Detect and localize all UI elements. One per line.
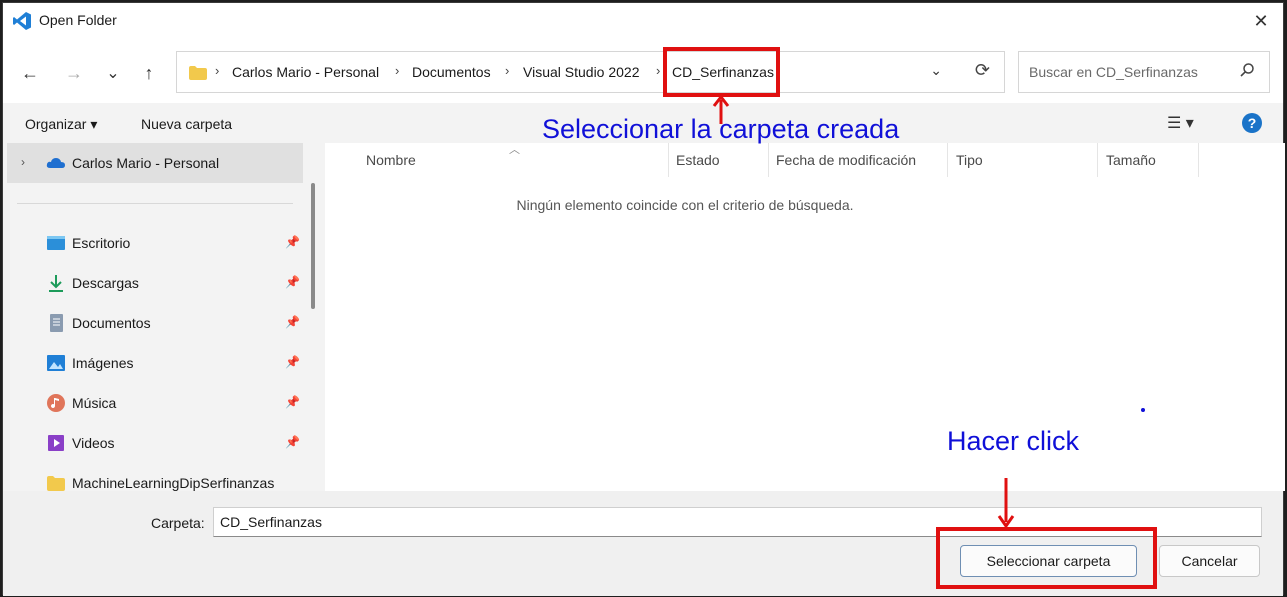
address-bar[interactable]: › Carlos Mario - Personal › Documentos ›… — [176, 51, 1005, 93]
navigation-bar: ← → ⌄ ↑ › Carlos Mario - Personal › Docu… — [3, 39, 1283, 103]
sidebar-item-imagenes[interactable]: Imágenes 📌 — [3, 343, 303, 383]
vscode-icon — [13, 12, 31, 30]
breadcrumb-separator: › — [215, 63, 220, 78]
pin-icon: 📌 — [285, 275, 300, 289]
folder-icon — [47, 476, 65, 491]
sidebar-item-label: Imágenes — [72, 355, 134, 371]
breadcrumb-separator: › — [505, 63, 510, 78]
sidebar-item-videos[interactable]: Videos 📌 — [3, 423, 303, 463]
column-divider[interactable] — [668, 143, 669, 177]
recent-locations-button[interactable]: ⌄ — [99, 59, 127, 87]
column-header-tipo[interactable]: Tipo — [956, 152, 983, 168]
music-icon — [47, 394, 65, 412]
sidebar-item-descargas[interactable]: Descargas 📌 — [3, 263, 303, 303]
up-button[interactable]: ↑ — [135, 59, 163, 87]
annotation-text-select-folder: Seleccionar la carpeta creada — [542, 114, 900, 144]
column-divider[interactable] — [1198, 143, 1199, 177]
annotation-box-folder — [663, 47, 780, 97]
help-icon[interactable]: ? — [1242, 113, 1262, 133]
column-divider[interactable] — [947, 143, 948, 177]
annotation-arrow-down — [997, 478, 1015, 529]
search-placeholder: Buscar en CD_Serfinanzas — [1029, 64, 1198, 80]
sidebar-item-label: Descargas — [72, 275, 139, 291]
folder-label: Carpeta: — [151, 515, 205, 531]
pin-icon: 📌 — [285, 235, 300, 249]
back-button[interactable]: ← — [16, 59, 44, 87]
annotation-text-click: Hacer click — [947, 426, 1080, 456]
annotation-dot — [1141, 408, 1145, 412]
column-divider[interactable] — [768, 143, 769, 177]
sidebar-item-label: Carlos Mario - Personal — [72, 155, 220, 171]
title-bar: Open Folder ✕ — [3, 3, 1283, 39]
sidebar-item-documentos[interactable]: Documentos 📌 — [3, 303, 303, 343]
open-folder-dialog: Open Folder ✕ ← → ⌄ ↑ › Carlos Mario - P… — [2, 2, 1285, 596]
view-options-icon[interactable]: ☰ ▾ — [1167, 113, 1194, 133]
sidebar-item-machinelearningdipserfinanzas[interactable]: MachineLearningDipSerfinanzas — [3, 463, 303, 491]
sort-ascending-icon: ︿ — [509, 144, 520, 156]
pin-icon: 📌 — [285, 355, 300, 369]
empty-message: Ningún elemento coincide con el criterio… — [516, 197, 854, 213]
window-title: Open Folder — [39, 12, 117, 28]
search-icon — [1240, 63, 1254, 77]
sidebar-item-label: MachineLearningDipSerfinanzas — [72, 475, 275, 491]
breadcrumb-carlos-mario-personal[interactable]: Carlos Mario - Personal — [232, 64, 379, 80]
document-icon — [50, 314, 63, 332]
column-header-fecha[interactable]: Fecha de modificación — [776, 152, 916, 168]
refresh-icon[interactable]: ⟳ — [975, 60, 990, 81]
sidebar-scrollbar[interactable] — [311, 183, 315, 309]
navigation-pane: › Carlos Mario - Personal Escritorio 📌 D… — [3, 143, 323, 491]
search-box[interactable]: Buscar en CD_Serfinanzas — [1018, 51, 1270, 93]
forward-button[interactable]: → — [60, 59, 88, 87]
annotation-box-select-button — [936, 527, 1157, 589]
folder-icon — [189, 66, 207, 80]
cancel-button[interactable]: Cancelar — [1159, 545, 1260, 577]
organize-button[interactable]: Organizar ▾ — [25, 116, 97, 133]
pin-icon: 📌 — [285, 435, 300, 449]
pin-icon: 📌 — [285, 315, 300, 329]
sidebar-item-label: Música — [72, 395, 117, 411]
folder-name-value: CD_Serfinanzas — [220, 514, 322, 530]
desktop-icon — [47, 236, 65, 250]
breadcrumb-visual-studio-2022[interactable]: Visual Studio 2022 — [523, 64, 640, 80]
breadcrumb-documentos[interactable]: Documentos — [412, 64, 491, 80]
breadcrumb-separator: › — [395, 63, 400, 78]
pin-icon: 📌 — [285, 395, 300, 409]
sidebar-item-carlos-mario-personal[interactable]: › Carlos Mario - Personal — [3, 143, 303, 183]
download-icon — [49, 275, 63, 292]
column-divider[interactable] — [1097, 143, 1098, 177]
onedrive-cloud-icon — [46, 158, 65, 168]
column-header-tamano[interactable]: Tamaño — [1106, 152, 1156, 168]
pictures-icon — [47, 355, 65, 371]
video-icon — [48, 435, 64, 451]
chevron-right-icon[interactable]: › — [21, 155, 25, 169]
sidebar-item-label: Escritorio — [72, 235, 131, 251]
divider — [17, 203, 293, 204]
column-header-nombre[interactable]: Nombre — [366, 152, 416, 168]
file-list: ︿ Nombre Estado Fecha de modificación Ti… — [325, 143, 1285, 491]
sidebar-item-label: Documentos — [72, 315, 151, 331]
sidebar-item-musica[interactable]: Música 📌 — [3, 383, 303, 423]
address-dropdown-icon[interactable]: ⌄ — [930, 62, 942, 79]
close-button[interactable]: ✕ — [1247, 7, 1275, 35]
breadcrumb-separator: › — [656, 63, 661, 78]
new-folder-button[interactable]: Nueva carpeta — [141, 116, 232, 132]
column-header-estado[interactable]: Estado — [676, 152, 720, 168]
sidebar-item-escritorio[interactable]: Escritorio 📌 — [3, 223, 303, 263]
sidebar-item-label: Videos — [72, 435, 115, 451]
